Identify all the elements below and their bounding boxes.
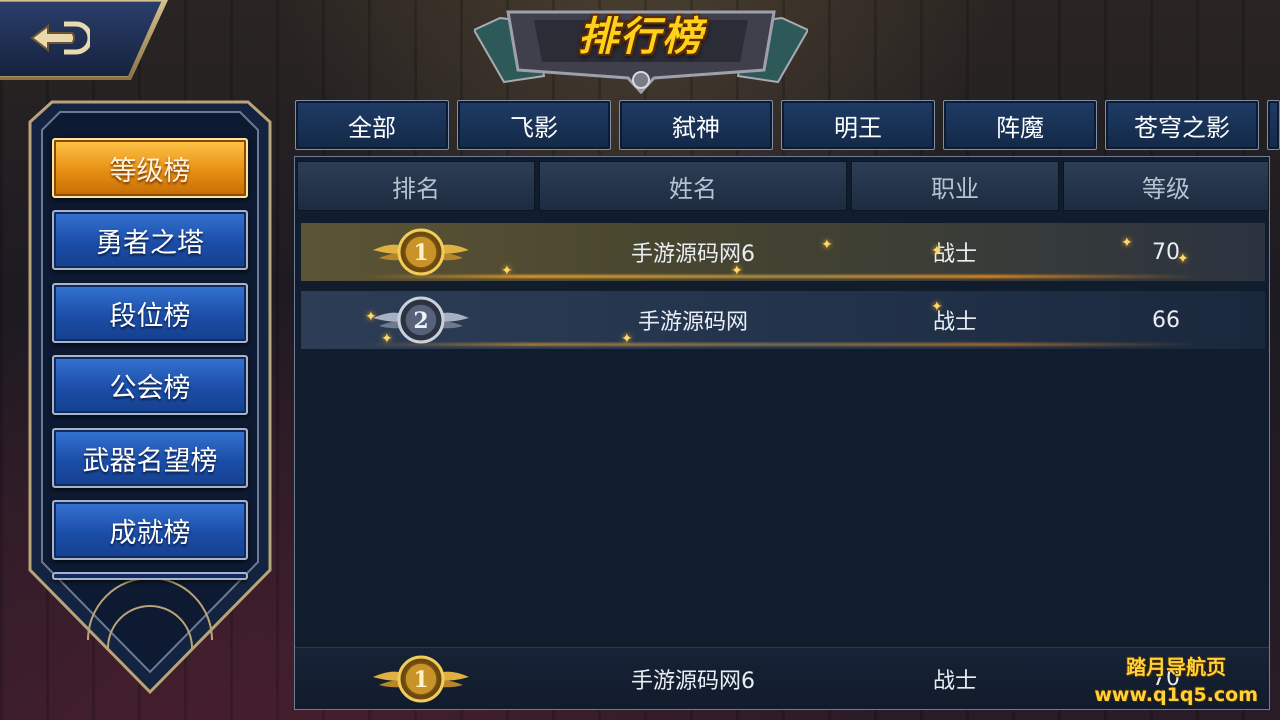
sparkle-icon: ✦	[381, 331, 393, 347]
self-name: 手游源码网6	[631, 668, 755, 694]
sidebar-item-weapon-prestige[interactable]: 武器名望榜	[52, 428, 248, 488]
glow-effect	[361, 275, 1201, 278]
glow-effect	[361, 343, 1201, 346]
tab-mingwang[interactable]: 明王	[781, 100, 935, 150]
player-name: 手游源码网6	[631, 242, 755, 267]
sparkle-icon: ✦	[931, 243, 943, 259]
rank-number: 1	[413, 667, 428, 693]
player-name: 手游源码网	[637, 310, 748, 335]
player-level: 66	[1152, 307, 1180, 333]
sparkle-icon: ✦	[501, 263, 513, 279]
sparkle-icon: ✦	[621, 331, 633, 347]
rank-number: 2	[413, 308, 428, 334]
watermark-line-2: www.q1q5.com	[1094, 684, 1258, 706]
header-class: 职业	[851, 161, 1059, 211]
watermark: 踏月导航页 www.q1q5.com	[1094, 651, 1258, 706]
table-row[interactable]: 1 手游源码网6 战士 70 ✦ ✦ ✦ ✦ ✦ ✦	[301, 223, 1265, 281]
player-level: 70	[1152, 239, 1180, 265]
player-class: 战士	[932, 310, 977, 335]
sparkle-icon: ✦	[931, 299, 943, 315]
header-rank: 排名	[297, 161, 535, 211]
sparkle-icon: ✦	[365, 309, 377, 325]
sidebar-item-hero-tower[interactable]: 勇者之塔	[52, 210, 248, 270]
sidebar-item-partial	[52, 572, 248, 580]
sparkle-icon: ✦	[821, 237, 833, 253]
gold-medal-icon: 1	[373, 655, 469, 703]
tab-cangqiong[interactable]: 苍穹之影	[1105, 100, 1259, 150]
player-class: 战士	[932, 242, 977, 267]
sparkle-icon: ✦	[1121, 235, 1133, 251]
self-class: 战士	[932, 668, 977, 694]
title-banner: 排行榜	[474, 0, 808, 95]
sidebar-item-tier-rank[interactable]: 段位榜	[52, 283, 248, 343]
back-arrow-icon	[30, 21, 90, 55]
page-title: 排行榜	[578, 14, 704, 60]
header-name: 姓名	[539, 161, 847, 211]
table-row[interactable]: 2 手游源码网 战士 66 ✦ ✦ ✦ ✦	[301, 291, 1265, 349]
sidebar-item-guild-rank[interactable]: 公会榜	[52, 355, 248, 415]
header-level: 等级	[1063, 161, 1269, 211]
gold-medal-icon: 1	[373, 228, 469, 276]
watermark-line-1: 踏月导航页	[1126, 655, 1227, 679]
sparkle-icon: ✦	[1177, 251, 1189, 267]
rank-number: 1	[413, 240, 428, 266]
sparkle-icon: ✦	[731, 263, 743, 279]
sidebar-item-achievement[interactable]: 成就榜	[52, 500, 248, 560]
back-button[interactable]	[0, 0, 165, 78]
ranking-panel: 排名 姓名 职业 等级 1 手游源码网6 战士 70 ✦ ✦ ✦ ✦ ✦ ✦ 2…	[294, 156, 1270, 710]
tab-feiying[interactable]: 飞影	[457, 100, 611, 150]
tab-partial[interactable]	[1267, 100, 1280, 150]
sidebar-item-level-rank[interactable]: 等级榜	[52, 138, 248, 198]
tab-shishen[interactable]: 弑神	[619, 100, 773, 150]
tab-all[interactable]: 全部	[295, 100, 449, 150]
tab-zhenmo[interactable]: 阵魔	[943, 100, 1097, 150]
